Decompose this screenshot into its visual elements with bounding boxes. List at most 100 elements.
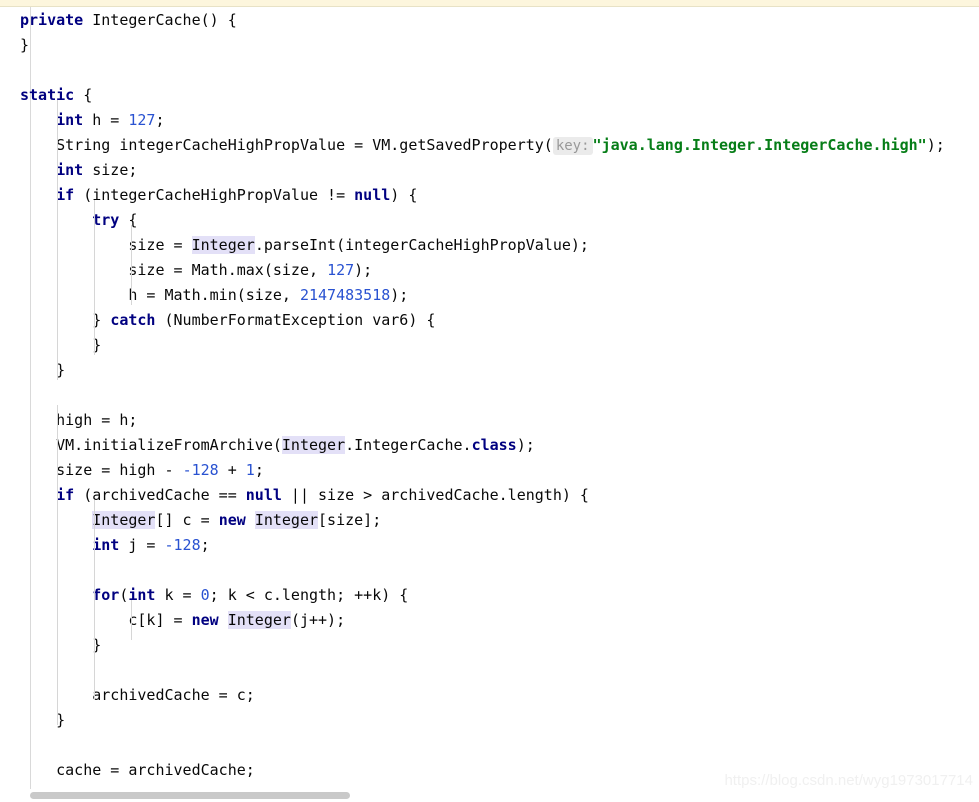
code-line[interactable]: }: [0, 358, 979, 383]
code-line[interactable]: } catch (NumberFormatException var6) {: [0, 308, 979, 333]
code-token-text: IntegerCache() {: [83, 11, 237, 29]
code-line[interactable]: try {: [0, 208, 979, 233]
code-token-keyword: if: [56, 186, 75, 204]
code-line[interactable]: }: [0, 633, 979, 658]
code-line[interactable]: size = high - -128 + 1;: [0, 458, 979, 483]
code-line[interactable]: Integer[] c = new Integer[size];: [0, 508, 979, 533]
code-content-area[interactable]: private IntegerCache() {} static { int h …: [0, 8, 979, 788]
code-line-text: archivedCache = c;: [0, 683, 255, 708]
code-line-text: String integerCacheHighPropValue = VM.ge…: [0, 133, 945, 159]
code-token-text: .parseInt(integerCacheHighPropValue);: [254, 236, 589, 254]
code-line[interactable]: }: [0, 333, 979, 358]
code-token-highlighted-identifier: Integer: [191, 236, 255, 254]
code-token-text: k =: [155, 586, 201, 604]
code-line[interactable]: }: [0, 708, 979, 733]
code-token-keyword: null: [354, 186, 391, 204]
code-token-text: h =: [83, 111, 129, 129]
code-editor-viewport[interactable]: private IntegerCache() {} static { int h …: [0, 0, 979, 802]
code-token-keyword: new: [218, 511, 246, 529]
code-token-text: (integerCacheHighPropValue !=: [74, 186, 355, 204]
code-token-text: ;: [254, 461, 264, 479]
code-token-text: c[k] =: [128, 611, 192, 629]
code-token-keyword: class: [471, 436, 517, 454]
watermark-url: https://blog.csdn.net/wyg1973017714: [724, 772, 973, 789]
code-token-text: j =: [119, 536, 165, 554]
indent-guide-line: [57, 405, 58, 725]
code-token-text: archivedCache = c;: [92, 686, 255, 704]
code-token-text: size;: [83, 161, 138, 179]
code-token-number: 0: [200, 586, 210, 604]
code-token-string: "java.lang.Integer.IntegerCache.high": [592, 136, 927, 154]
code-token-text: {: [119, 211, 138, 229]
code-line-text: h = Math.min(size, 2147483518);: [0, 283, 408, 308]
code-token-keyword: null: [245, 486, 282, 504]
code-line[interactable]: if (integerCacheHighPropValue != null) {: [0, 183, 979, 208]
code-token-text: );: [354, 261, 373, 279]
code-line[interactable]: VM.initializeFromArchive(Integer.Integer…: [0, 433, 979, 458]
code-line-text: static {: [0, 83, 92, 108]
code-token-text: [] c =: [155, 511, 219, 529]
code-token-text: size = high -: [56, 461, 183, 479]
indent-guide-line: [131, 225, 132, 305]
editor-top-highlight-band: [0, 0, 979, 7]
code-token-number: 127: [327, 261, 355, 279]
code-token-keyword: catch: [110, 311, 156, 329]
code-token-number: -128: [182, 461, 219, 479]
code-line[interactable]: private IntegerCache() {: [0, 8, 979, 33]
code-line[interactable]: int h = 127;: [0, 108, 979, 133]
code-line[interactable]: c[k] = new Integer(j++);: [0, 608, 979, 633]
code-line[interactable]: int j = -128;: [0, 533, 979, 558]
code-line-text: high = h;: [0, 408, 137, 433]
code-line[interactable]: }: [0, 33, 979, 58]
code-line[interactable]: high = h;: [0, 408, 979, 433]
code-line[interactable]: for(int k = 0; k < c.length; ++k) {: [0, 583, 979, 608]
code-token-text: );: [516, 436, 535, 454]
code-line-text: size = high - -128 + 1;: [0, 458, 264, 483]
code-line[interactable]: [0, 58, 979, 83]
code-token-keyword: if: [56, 486, 75, 504]
code-line[interactable]: [0, 658, 979, 683]
code-token-text: size =: [128, 236, 192, 254]
horizontal-scrollbar-thumb[interactable]: [30, 792, 350, 799]
code-line[interactable]: String integerCacheHighPropValue = VM.ge…: [0, 133, 979, 158]
code-line[interactable]: size = Math.max(size, 127);: [0, 258, 979, 283]
code-line-text: }: [0, 358, 65, 383]
code-line[interactable]: [0, 733, 979, 758]
code-token-text: ;: [200, 536, 210, 554]
code-token-highlighted-identifier: Integer: [227, 611, 291, 629]
code-token-number: -128: [164, 536, 201, 554]
code-line[interactable]: h = Math.min(size, 2147483518);: [0, 283, 979, 308]
code-token-keyword: new: [191, 611, 219, 629]
code-token-text: .IntegerCache.: [345, 436, 472, 454]
indent-guide-line: [57, 100, 58, 380]
code-line[interactable]: archivedCache = c;: [0, 683, 979, 708]
code-token-keyword: try: [92, 211, 120, 229]
code-line-text: try {: [0, 208, 137, 233]
code-line[interactable]: [0, 383, 979, 408]
code-line-text: if (archivedCache == null || size > arch…: [0, 483, 589, 508]
code-line[interactable]: int size;: [0, 158, 979, 183]
code-token-text: (j++);: [290, 611, 346, 629]
code-token-keyword: for: [92, 586, 120, 604]
code-token-text: cache = archivedCache;: [56, 761, 255, 779]
code-line[interactable]: if (archivedCache == null || size > arch…: [0, 483, 979, 508]
code-line-text: cache = archivedCache;: [0, 758, 255, 783]
code-line-text: for(int k = 0; k < c.length; ++k) {: [0, 583, 408, 608]
code-line[interactable]: [0, 558, 979, 583]
code-line-text: }: [0, 633, 101, 658]
code-line-text: c[k] = new Integer(j++);: [0, 608, 345, 633]
indent-guide-line: [94, 500, 95, 700]
code-token-text: ; k < c.length; ++k) {: [209, 586, 409, 604]
code-line-text: }: [0, 708, 65, 733]
code-line[interactable]: size = Integer.parseInt(integerCacheHigh…: [0, 233, 979, 258]
code-line[interactable]: static {: [0, 83, 979, 108]
code-token-text: [size];: [318, 511, 382, 529]
